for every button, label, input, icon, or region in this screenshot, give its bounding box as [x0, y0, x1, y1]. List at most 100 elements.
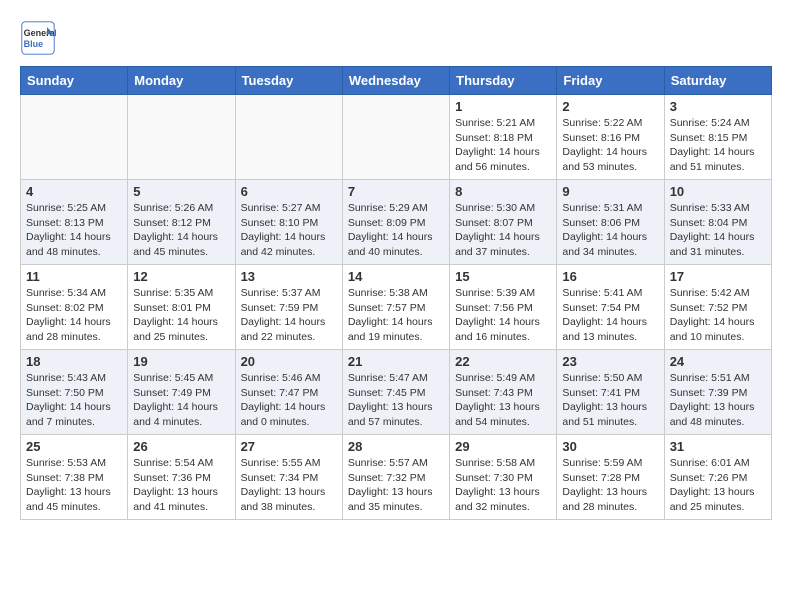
day-info: Sunrise: 5:25 AM Sunset: 8:13 PM Dayligh… [26, 201, 122, 260]
day-number: 3 [670, 99, 766, 114]
day-info: Sunrise: 5:33 AM Sunset: 8:04 PM Dayligh… [670, 201, 766, 260]
day-info: Sunrise: 5:58 AM Sunset: 7:30 PM Dayligh… [455, 456, 551, 515]
day-cell: 7 Sunrise: 5:29 AM Sunset: 8:09 PM Daylig… [342, 180, 449, 265]
day-info: Sunrise: 5:26 AM Sunset: 8:12 PM Dayligh… [133, 201, 229, 260]
day-number: 15 [455, 269, 551, 284]
day-cell: 20 Sunrise: 5:46 AM Sunset: 7:47 PM Dayli… [235, 350, 342, 435]
day-info: Sunrise: 5:29 AM Sunset: 8:09 PM Dayligh… [348, 201, 444, 260]
day-info: Sunrise: 5:57 AM Sunset: 7:32 PM Dayligh… [348, 456, 444, 515]
header: General Blue [20, 20, 772, 56]
day-info: Sunrise: 5:47 AM Sunset: 7:45 PM Dayligh… [348, 371, 444, 430]
svg-text:Blue: Blue [24, 39, 44, 49]
col-header-thursday: Thursday [450, 67, 557, 95]
day-number: 23 [562, 354, 658, 369]
day-cell [128, 95, 235, 180]
day-cell: 26 Sunrise: 5:54 AM Sunset: 7:36 PM Dayli… [128, 435, 235, 520]
day-number: 27 [241, 439, 337, 454]
day-number: 25 [26, 439, 122, 454]
col-header-tuesday: Tuesday [235, 67, 342, 95]
day-cell: 13 Sunrise: 5:37 AM Sunset: 7:59 PM Dayli… [235, 265, 342, 350]
day-info: Sunrise: 5:54 AM Sunset: 7:36 PM Dayligh… [133, 456, 229, 515]
day-number: 9 [562, 184, 658, 199]
day-number: 28 [348, 439, 444, 454]
day-cell: 22 Sunrise: 5:49 AM Sunset: 7:43 PM Dayli… [450, 350, 557, 435]
day-cell: 19Sunrise: 5:45 AM Sunset: 7:49 PM Dayli… [128, 350, 235, 435]
day-info: Sunrise: 5:21 AM Sunset: 8:18 PM Dayligh… [455, 116, 551, 175]
logo: General Blue [20, 20, 56, 56]
day-cell: 30 Sunrise: 5:59 AM Sunset: 7:28 PM Dayli… [557, 435, 664, 520]
day-cell: 27 Sunrise: 5:55 AM Sunset: 7:34 PM Dayli… [235, 435, 342, 520]
day-number: 4 [26, 184, 122, 199]
day-number: 14 [348, 269, 444, 284]
day-number: 12 [133, 269, 229, 284]
day-number: 11 [26, 269, 122, 284]
day-cell: 6 Sunrise: 5:27 AM Sunset: 8:10 PM Daylig… [235, 180, 342, 265]
day-number: 2 [562, 99, 658, 114]
day-info: Sunrise: 5:50 AM Sunset: 7:41 PM Dayligh… [562, 371, 658, 430]
day-cell: 8Sunrise: 5:30 AM Sunset: 8:07 PM Daylig… [450, 180, 557, 265]
day-cell: 10 Sunrise: 5:33 AM Sunset: 8:04 PM Dayli… [664, 180, 771, 265]
col-header-friday: Friday [557, 67, 664, 95]
day-info: Sunrise: 5:55 AM Sunset: 7:34 PM Dayligh… [241, 456, 337, 515]
day-cell: 21 Sunrise: 5:47 AM Sunset: 7:45 PM Dayli… [342, 350, 449, 435]
day-info: Sunrise: 5:38 AM Sunset: 7:57 PM Dayligh… [348, 286, 444, 345]
day-info: Sunrise: 5:27 AM Sunset: 8:10 PM Dayligh… [241, 201, 337, 260]
day-number: 31 [670, 439, 766, 454]
day-info: Sunrise: 5:46 AM Sunset: 7:47 PM Dayligh… [241, 371, 337, 430]
day-info: Sunrise: 5:39 AM Sunset: 7:56 PM Dayligh… [455, 286, 551, 345]
day-info: Sunrise: 5:24 AM Sunset: 8:15 PM Dayligh… [670, 116, 766, 175]
col-header-wednesday: Wednesday [342, 67, 449, 95]
day-info: Sunrise: 5:37 AM Sunset: 7:59 PM Dayligh… [241, 286, 337, 345]
day-cell: 5 Sunrise: 5:26 AM Sunset: 8:12 PM Daylig… [128, 180, 235, 265]
day-number: 17 [670, 269, 766, 284]
day-info: Sunrise: 5:51 AM Sunset: 7:39 PM Dayligh… [670, 371, 766, 430]
day-info: Sunrise: 5:49 AM Sunset: 7:43 PM Dayligh… [455, 371, 551, 430]
day-cell [342, 95, 449, 180]
day-cell: 18 Sunrise: 5:43 AM Sunset: 7:50 PM Dayli… [21, 350, 128, 435]
day-cell: 2 Sunrise: 5:22 AM Sunset: 8:16 PM Daylig… [557, 95, 664, 180]
logo-icon: General Blue [20, 20, 56, 56]
day-number: 22 [455, 354, 551, 369]
day-info: Sunrise: 5:35 AM Sunset: 8:01 PM Dayligh… [133, 286, 229, 345]
day-cell: 24 Sunrise: 5:51 AM Sunset: 7:39 PM Dayli… [664, 350, 771, 435]
col-header-saturday: Saturday [664, 67, 771, 95]
day-number: 19 [133, 354, 229, 369]
day-cell: 25 Sunrise: 5:53 AM Sunset: 7:38 PM Dayli… [21, 435, 128, 520]
day-cell: 15 Sunrise: 5:39 AM Sunset: 7:56 PM Dayli… [450, 265, 557, 350]
day-info: Sunrise: 6:01 AM Sunset: 7:26 PM Dayligh… [670, 456, 766, 515]
day-cell: 9 Sunrise: 5:31 AM Sunset: 8:06 PM Daylig… [557, 180, 664, 265]
day-cell: 3 Sunrise: 5:24 AM Sunset: 8:15 PM Daylig… [664, 95, 771, 180]
day-cell [235, 95, 342, 180]
day-cell: 28 Sunrise: 5:57 AM Sunset: 7:32 PM Dayli… [342, 435, 449, 520]
day-info: Sunrise: 5:59 AM Sunset: 7:28 PM Dayligh… [562, 456, 658, 515]
day-info: Sunrise: 5:41 AM Sunset: 7:54 PM Dayligh… [562, 286, 658, 345]
calendar: SundayMondayTuesdayWednesdayThursdayFrid… [20, 66, 772, 520]
day-number: 5 [133, 184, 229, 199]
day-number: 21 [348, 354, 444, 369]
day-cell: 12 Sunrise: 5:35 AM Sunset: 8:01 PM Dayli… [128, 265, 235, 350]
day-number: 16 [562, 269, 658, 284]
day-info: Sunrise: 5:31 AM Sunset: 8:06 PM Dayligh… [562, 201, 658, 260]
day-cell: 29Sunrise: 5:58 AM Sunset: 7:30 PM Dayli… [450, 435, 557, 520]
day-info: Sunrise: 5:43 AM Sunset: 7:50 PM Dayligh… [26, 371, 122, 430]
day-cell: 31 Sunrise: 6:01 AM Sunset: 7:26 PM Dayli… [664, 435, 771, 520]
day-number: 7 [348, 184, 444, 199]
day-number: 30 [562, 439, 658, 454]
day-number: 6 [241, 184, 337, 199]
day-cell: 17Sunrise: 5:42 AM Sunset: 7:52 PM Dayli… [664, 265, 771, 350]
day-cell: 4 Sunrise: 5:25 AM Sunset: 8:13 PM Daylig… [21, 180, 128, 265]
day-number: 24 [670, 354, 766, 369]
day-cell [21, 95, 128, 180]
day-info: Sunrise: 5:53 AM Sunset: 7:38 PM Dayligh… [26, 456, 122, 515]
day-cell: 14 Sunrise: 5:38 AM Sunset: 7:57 PM Dayli… [342, 265, 449, 350]
day-number: 10 [670, 184, 766, 199]
day-number: 13 [241, 269, 337, 284]
day-cell: 16 Sunrise: 5:41 AM Sunset: 7:54 PM Dayli… [557, 265, 664, 350]
day-number: 20 [241, 354, 337, 369]
day-info: Sunrise: 5:22 AM Sunset: 8:16 PM Dayligh… [562, 116, 658, 175]
day-cell: 11 Sunrise: 5:34 AM Sunset: 8:02 PM Dayli… [21, 265, 128, 350]
day-info: Sunrise: 5:34 AM Sunset: 8:02 PM Dayligh… [26, 286, 122, 345]
day-number: 26 [133, 439, 229, 454]
day-info: Sunrise: 5:30 AM Sunset: 8:07 PM Dayligh… [455, 201, 551, 260]
day-number: 18 [26, 354, 122, 369]
